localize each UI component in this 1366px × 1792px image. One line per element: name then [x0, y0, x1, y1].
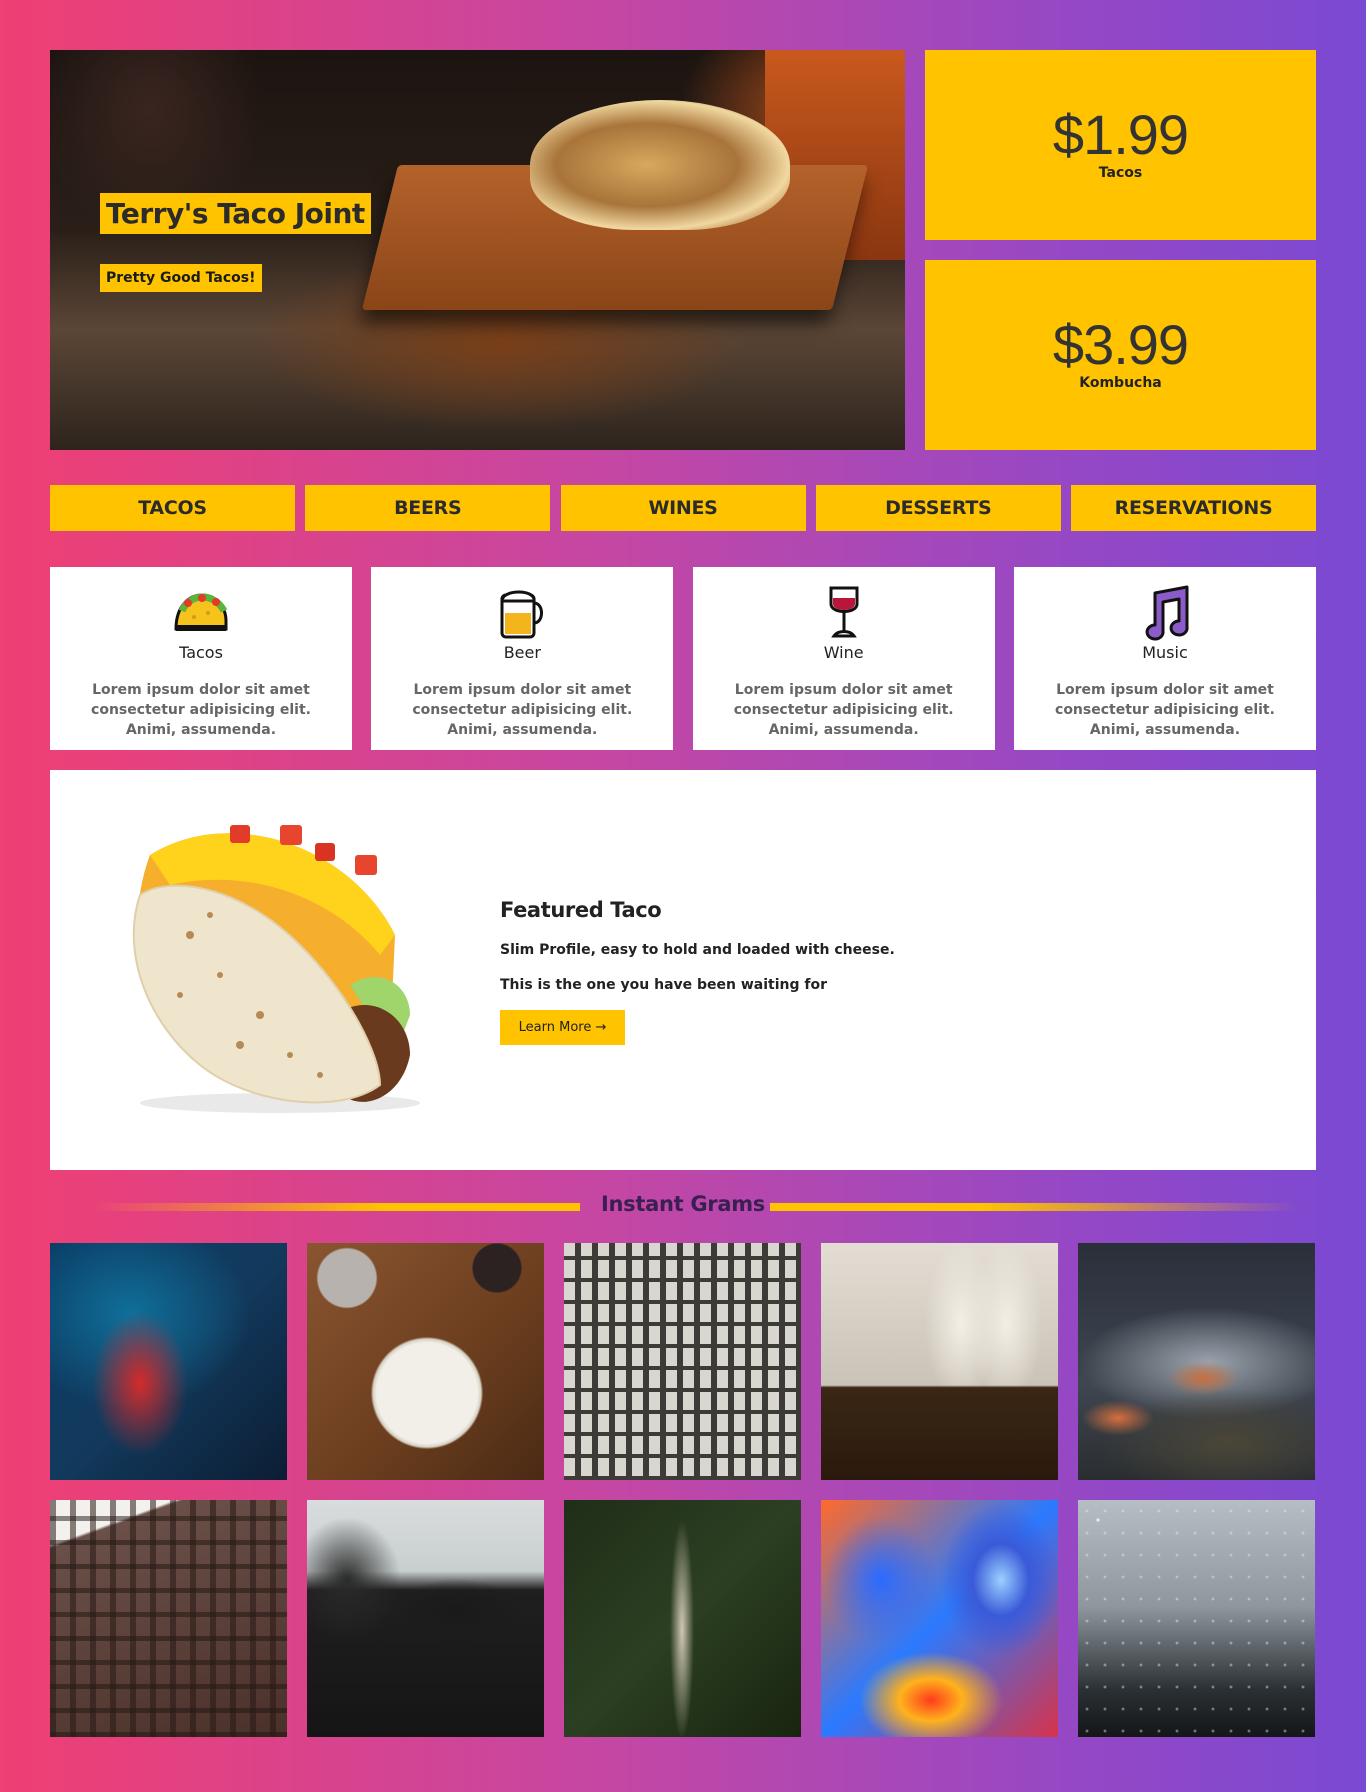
feature-cards: Tacos Lorem ipsum dolor sit amet consect… [50, 567, 1316, 750]
nav-wines-button[interactable]: WINES [560, 485, 806, 531]
card-title: Beer [503, 643, 541, 662]
learn-more-button[interactable]: Learn More → [500, 1010, 625, 1045]
gallery-photo[interactable] [821, 1500, 1058, 1737]
card-text: Lorem ipsum dolor sit amet consectetur a… [91, 682, 311, 738]
nav-beers-button[interactable]: BEERS [305, 485, 551, 531]
nav-desserts-button[interactable]: DESSERTS [815, 485, 1061, 531]
nav-tacos-button[interactable]: TACOS [50, 485, 295, 531]
price-label: Kombucha [1079, 375, 1162, 391]
card-title: Tacos [179, 643, 223, 662]
featured-tagline: This is the one you have been waiting fo… [500, 977, 828, 993]
gallery-photo[interactable] [564, 1500, 801, 1737]
hero-food-image [530, 100, 790, 230]
featured-title: Featured Taco [500, 898, 662, 922]
gallery-photo[interactable] [1078, 1243, 1315, 1480]
price-label: Tacos [1098, 165, 1143, 181]
instant-grams-title: Instant Grams [600, 1192, 766, 1216]
gallery-photo[interactable] [1078, 1500, 1315, 1737]
gallery-photo[interactable] [50, 1500, 287, 1737]
price-amount: $1.99 [1052, 103, 1189, 166]
gallery-photo[interactable] [821, 1243, 1058, 1480]
card-title: Wine [823, 643, 864, 662]
card-title: Music [1142, 643, 1188, 662]
nav-reservations-button[interactable]: RESERVATIONS [1071, 485, 1316, 531]
main-nav: TACOS BEERS WINES DESSERTS RESERVATIONS [50, 485, 1316, 531]
featured-taco-image [110, 815, 450, 1129]
card-wine: Wine Lorem ipsum dolor sit amet consecte… [692, 567, 995, 750]
card-music: Music Lorem ipsum dolor sit amet consect… [1013, 567, 1316, 750]
site-title: Terry's Taco Joint [100, 193, 371, 234]
price-amount: $3.99 [1052, 313, 1189, 376]
instant-grams-header: Instant Grams [50, 1190, 1316, 1220]
wine-glass-icon [693, 585, 995, 641]
featured-description: Slim Profile, easy to hold and loaded wi… [500, 942, 895, 958]
beer-icon [371, 585, 673, 641]
card-tacos: Tacos Lorem ipsum dolor sit amet consect… [50, 567, 352, 750]
card-text: Lorem ipsum dolor sit amet consectetur a… [412, 682, 633, 738]
gallery-photo[interactable] [307, 1243, 544, 1480]
card-text: Lorem ipsum dolor sit amet consectetur a… [733, 682, 954, 738]
gallery-photo[interactable] [307, 1500, 544, 1737]
music-note-icon [1014, 585, 1316, 641]
instant-grams-gallery [50, 1243, 1316, 1737]
gallery-photo[interactable] [50, 1243, 287, 1480]
card-beer: Beer Lorem ipsum dolor sit amet consecte… [371, 567, 674, 750]
price-card-tacos: $1.99 Tacos [925, 50, 1316, 240]
card-text: Lorem ipsum dolor sit amet consectetur a… [1055, 682, 1275, 738]
site-tagline: Pretty Good Tacos! [100, 264, 262, 292]
taco-icon [50, 585, 352, 641]
price-card-kombucha: $3.99 Kombucha [925, 260, 1316, 450]
hero-banner: Terry's Taco Joint Pretty Good Tacos! [50, 50, 905, 450]
gallery-photo[interactable] [564, 1243, 801, 1480]
featured-taco-section: Featured Taco Slim Profile, easy to hold… [50, 770, 1316, 1170]
